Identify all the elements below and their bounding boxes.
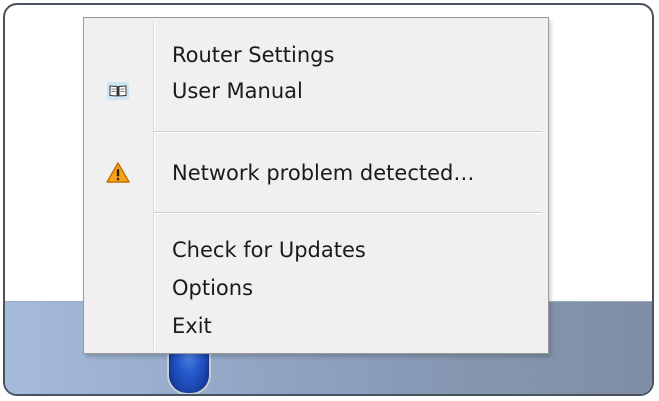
menu-item-router-settings[interactable]: Router Settings — [86, 37, 546, 73]
menu-item-exit[interactable]: Exit — [86, 308, 546, 344]
menu-item-label: Options — [172, 276, 254, 300]
menu-item-check-for-updates[interactable]: Check for Updates — [86, 232, 546, 268]
context-menu: Router Settings User Manual Network prob… — [83, 17, 549, 354]
menu-item-label: Router Settings — [172, 43, 335, 67]
menu-separator — [154, 212, 542, 214]
menu-item-label: Check for Updates — [172, 238, 366, 262]
menu-item-user-manual[interactable]: User Manual — [86, 73, 546, 109]
menu-item-label: User Manual — [172, 79, 303, 103]
menu-item-label: Network problem detected… — [172, 161, 475, 185]
menu-separator — [154, 131, 542, 133]
book-icon — [106, 79, 130, 103]
screen-frame: Router Settings User Manual Network prob… — [3, 3, 654, 396]
warning-icon — [106, 161, 130, 185]
menu-item-options[interactable]: Options — [86, 270, 546, 306]
menu-item-label: Exit — [172, 314, 212, 338]
menu-item-network-problem[interactable]: Network problem detected… — [86, 155, 546, 191]
